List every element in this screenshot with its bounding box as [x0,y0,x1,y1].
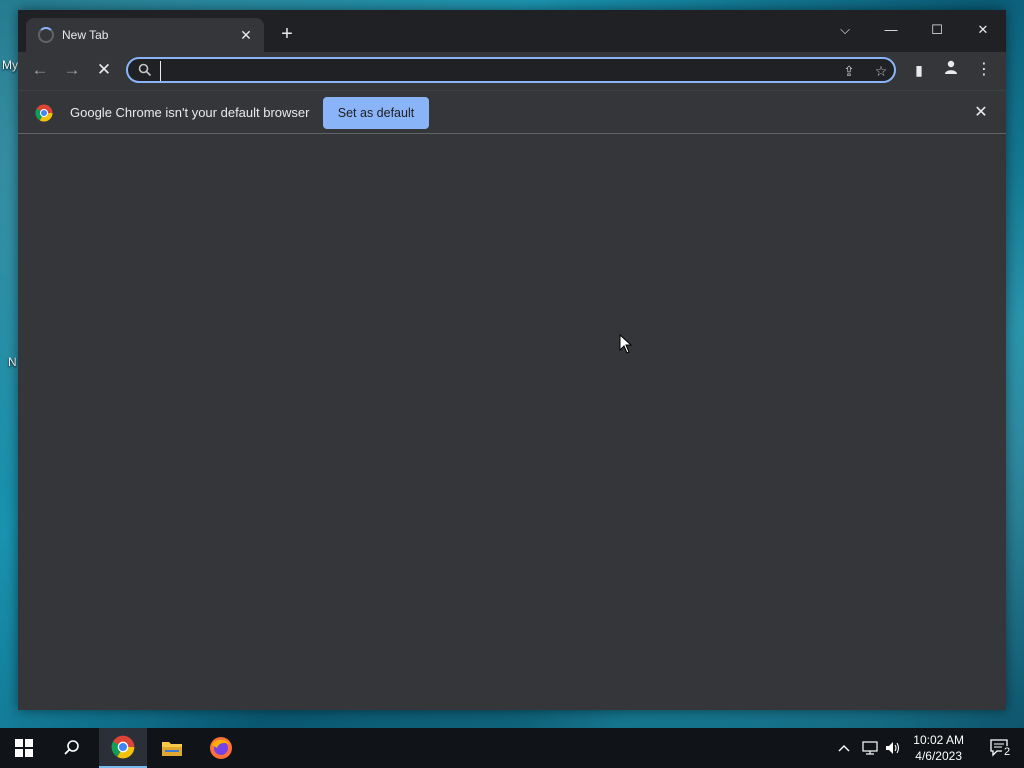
notification-count-badge: 2 [1002,746,1013,758]
back-button[interactable]: ← [28,58,52,82]
tab-close-icon[interactable]: ✕ [238,27,254,44]
bookmark-star-icon[interactable]: ☆ [872,62,890,80]
desktop-icon-label[interactable]: N [8,355,17,369]
chrome-window: New Tab ✕ + ⌵ — ☐ ✕ ← → ✕ ⇪ ☆ ▮ ⋮ Google… [18,10,1006,710]
default-browser-infobar: Google Chrome isn't your default browser… [18,90,1006,134]
chrome-logo-icon [35,104,53,122]
clock-date: 4/6/2023 [915,749,962,763]
speaker-icon [886,742,900,754]
toolbar: ← → ✕ ⇪ ☆ ▮ ⋮ [18,52,1006,88]
tab-title: New Tab [62,28,109,42]
taskbar: 10:02 AM 4/6/2023 2 [0,728,1024,768]
taskbar-chrome[interactable] [99,728,147,768]
infobar-close-icon[interactable]: ✕ [972,102,990,122]
menu-button[interactable]: ⋮ [973,59,995,81]
address-bar[interactable]: ⇪ ☆ [126,57,896,83]
search-icon [138,63,152,77]
share-icon[interactable]: ⇪ [840,62,858,80]
volume-control[interactable] [885,728,903,768]
tab-new-tab[interactable]: New Tab ✕ [26,18,264,52]
forward-button[interactable]: → [60,58,84,82]
maximize-button[interactable]: ☐ [914,16,960,44]
profile-avatar-icon [945,60,957,74]
network-icon [862,741,878,755]
side-panel-button[interactable]: ▮ [908,59,930,81]
search-button[interactable] [48,728,96,768]
windows-logo-icon [15,739,33,757]
chrome-icon [111,735,135,759]
desktop-icon-label[interactable]: My [2,58,18,72]
new-tab-button[interactable]: + [276,23,298,45]
network-status[interactable] [862,728,880,768]
system-clock[interactable]: 10:02 AM 4/6/2023 [913,732,964,764]
clock-time: 10:02 AM [913,733,964,747]
page-content [18,134,1006,710]
infobar-message: Google Chrome isn't your default browser [70,105,310,120]
stop-loading-button[interactable]: ✕ [92,58,116,82]
loading-spinner-icon [38,27,54,43]
title-bar: New Tab ✕ + ⌵ — ☐ ✕ [18,10,1006,52]
set-as-default-button[interactable]: Set as default [323,97,429,129]
search-icon [64,740,79,755]
profile-button[interactable] [940,59,962,81]
chevron-up-icon [838,745,850,752]
start-button[interactable] [0,728,48,768]
mouse-cursor-icon [619,334,633,354]
close-window-button[interactable]: ✕ [960,16,1006,44]
firefox-icon [210,737,232,759]
address-input[interactable] [160,61,805,81]
minimize-button[interactable]: — [868,16,914,44]
taskbar-file-explorer[interactable] [148,728,196,768]
folder-icon [162,742,182,756]
tray-overflow-chevron[interactable] [838,728,856,768]
taskbar-firefox[interactable] [197,728,245,768]
tab-search-dropdown-button[interactable]: ⌵ [822,16,868,44]
action-center-button[interactable]: 2 [976,728,1024,768]
